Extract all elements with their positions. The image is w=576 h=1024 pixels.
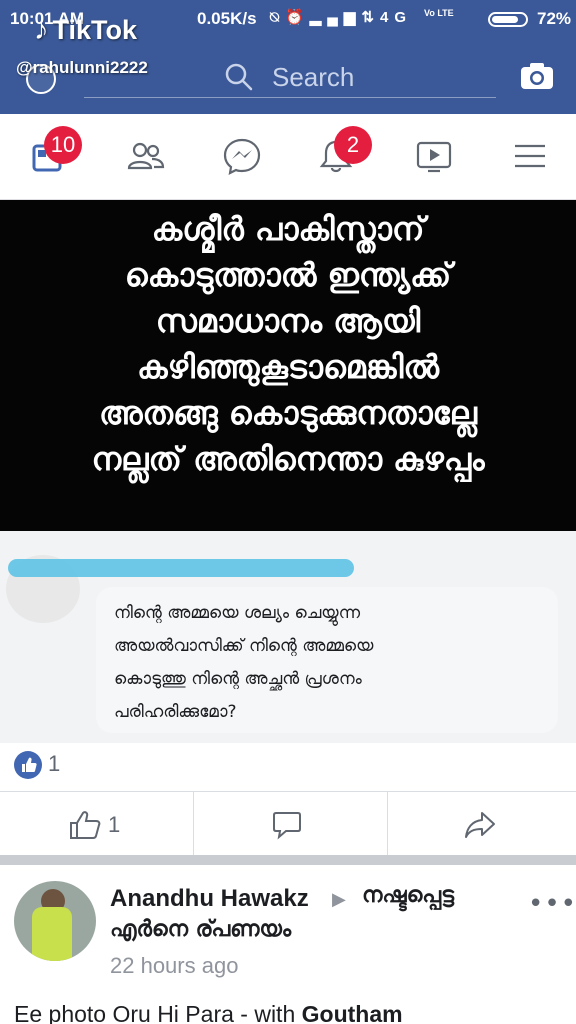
tiktok-handle: @rahulunni2222 (16, 58, 148, 77)
like-count: 1 (108, 812, 121, 837)
status-icons: ⍉⏰▂▄▆⇅4G (270, 8, 412, 26)
battery-percent: 72% (537, 9, 572, 28)
tiktok-logo-icon: ♪ (34, 14, 49, 46)
comment-line: നിന്റെ അമ്മയെ ശല്യം ചെയ്യുന്ന (114, 603, 361, 623)
comment-icon (273, 812, 301, 840)
network-type: 4G (379, 9, 412, 26)
comment-line: അയൽവാസിക്ക് നിന്റെ അമ്മയെ (114, 636, 374, 656)
reaction-count: 1 (48, 751, 61, 776)
network-speed: 0.05K/s (197, 9, 257, 28)
post-actions: 1 (0, 791, 576, 856)
comment-line: കൊടുത്തു നിന്റെ അച്ഛൻ പ്രശനം (114, 669, 362, 689)
post-image-line: നല്ലത് അതിനെന്താ കുഴപ്പം (91, 440, 485, 478)
video-icon (416, 141, 452, 173)
redacted-name (8, 559, 354, 577)
reaction-summary[interactable]: 1 (0, 743, 576, 791)
post-image-line: കഴിഞ്ഞുകൂടാമെങ്കിൽ (136, 348, 440, 386)
tab-watch[interactable] (414, 136, 454, 176)
share-icon (465, 812, 495, 838)
comment-line: പരിഹരിക്കുമോ? (114, 702, 237, 722)
tiktok-app-name: TikTok (52, 15, 138, 45)
friends-icon (127, 142, 165, 170)
post-image-line: അതങ്ങു കൊടുക്കുനതാല്ലേ (98, 394, 478, 432)
post-image-line: കൊടുത്താൽ ഇന്ത്യക്ക് (124, 256, 452, 294)
post-image-line: കശ്മീർ പാകിസ്താന് (151, 210, 425, 248)
post-text-body: Ee photo Oru Hi Para - with (14, 1001, 302, 1024)
like-reaction-icon (14, 751, 42, 779)
tab-notifications[interactable]: 2 (316, 126, 372, 176)
next-post: Anandhu Hawakz ▶ നഷ്ടപ്പെട്ട എർനെ ര്പണയം… (0, 865, 576, 1024)
hamburger-menu-icon (515, 144, 545, 168)
post-image[interactable]: കശ്മീർ പാകിസ്താന് കൊടുത്താൽ ഇന്ത്യക്ക് സ… (0, 200, 576, 531)
notifications-badge: 2 (334, 126, 372, 164)
data-arrows-icon: ⇅ (361, 9, 380, 26)
post-target-continued[interactable]: എർനെ ര്പണയം (110, 917, 291, 942)
post-timestamp[interactable]: 22 hours ago (110, 953, 238, 979)
comment-bubble: നിന്റെ അമ്മയെ ശല്യം ചെയ്യുന്ന അയൽവാസിക്ക… (96, 587, 558, 733)
search-placeholder: Search (272, 62, 355, 92)
share-button[interactable] (388, 792, 576, 856)
messenger-icon (223, 138, 261, 175)
post-target[interactable]: നഷ്ടപ്പെട്ട (362, 883, 454, 908)
post-author[interactable]: Anandhu Hawakz (110, 885, 309, 913)
camera-icon[interactable] (520, 62, 554, 90)
more-options-icon[interactable]: ••• (528, 889, 576, 919)
tab-news-feed[interactable]: 10 (28, 126, 82, 176)
comment-screenshot: നിന്റെ അമ്മയെ ശല്യം ചെയ്യുന്ന അയൽവാസിക്ക… (0, 531, 576, 743)
volte-indicator: Vo LTE (424, 8, 454, 18)
alarm-icon: ⏰ (285, 9, 310, 26)
author-avatar[interactable] (14, 881, 96, 961)
tab-menu[interactable] (512, 136, 552, 176)
thumbs-up-icon (70, 811, 101, 839)
tab-friends[interactable] (126, 136, 166, 176)
arrow-right-icon: ▶ (332, 889, 346, 910)
signal-icon: ▂▄▆ (309, 9, 362, 26)
tiktok-watermark: ♪ TikTok (34, 14, 137, 47)
tagged-person[interactable]: Goutham (302, 1001, 403, 1024)
silent-icon: ⍉ (270, 9, 286, 26)
battery-icon (488, 12, 528, 27)
post-image-line: സമാധാനം ആയി (155, 302, 421, 340)
tab-bar: 10 2 (0, 114, 576, 200)
like-button[interactable]: 1 (0, 792, 194, 856)
comment-button[interactable] (194, 792, 388, 856)
post-text: Ee photo Oru Hi Para - with Goutham (14, 1001, 403, 1024)
feed-separator (0, 855, 576, 865)
news-feed-badge: 10 (44, 126, 82, 164)
tab-messenger[interactable] (222, 136, 262, 176)
search-icon (225, 63, 253, 91)
